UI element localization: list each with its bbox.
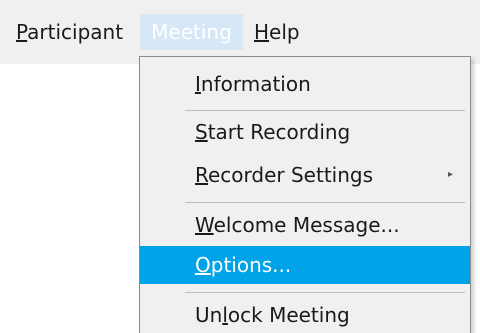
menu-item-information[interactable]: Information xyxy=(140,65,470,103)
welcome-message-accesskey: W xyxy=(195,213,214,237)
menu-item-unlock-meeting-label: Unlock Meeting xyxy=(195,296,350,333)
meeting-dropdown-menu: Information Start Recording Recorder Set… xyxy=(139,56,471,333)
menu-help-accesskey: H xyxy=(254,20,270,44)
information-rest: nformation xyxy=(200,72,311,96)
menu-participant-accesskey: P xyxy=(16,20,28,44)
menu-item-options[interactable]: Options... xyxy=(140,246,470,284)
menu-help[interactable]: Help xyxy=(248,14,314,50)
menu-meeting-label: Meeting xyxy=(151,20,232,44)
menu-item-information-label: Information xyxy=(195,65,311,103)
menu-bar: Participant Meeting Help xyxy=(0,0,480,64)
menu-item-welcome-message-label: Welcome Message... xyxy=(195,206,400,244)
menu-help-rest: elp xyxy=(269,20,300,44)
start-recording-rest: tart Recording xyxy=(207,120,351,144)
menu-separator xyxy=(185,110,465,111)
menu-item-options-label: Options... xyxy=(195,246,291,284)
options-rest: ptions... xyxy=(210,253,292,277)
recorder-settings-rest: ecorder Settings xyxy=(208,163,374,187)
menu-participant[interactable]: Participant xyxy=(12,14,140,50)
menu-separator xyxy=(185,292,465,293)
welcome-message-rest: elcome Message... xyxy=(213,213,400,237)
start-recording-accesskey: S xyxy=(195,120,208,144)
options-accesskey: O xyxy=(195,253,211,277)
unlock-meeting-pre: Un xyxy=(195,303,223,327)
menu-item-start-recording[interactable]: Start Recording xyxy=(140,113,470,151)
menu-item-welcome-message[interactable]: Welcome Message... xyxy=(140,206,470,244)
submenu-arrow-icon: ▸ xyxy=(448,169,454,180)
recorder-settings-accesskey: R xyxy=(195,163,208,187)
menu-item-start-recording-label: Start Recording xyxy=(195,113,350,151)
menu-participant-rest: articipant xyxy=(27,20,124,44)
unlock-meeting-rest: ock Meeting xyxy=(227,303,350,327)
menu-separator xyxy=(185,202,465,203)
menu-meeting[interactable]: Meeting xyxy=(140,14,243,50)
menu-item-unlock-meeting[interactable]: Unlock Meeting xyxy=(140,296,470,333)
menu-item-recorder-settings[interactable]: Recorder Settings ▸ xyxy=(140,156,470,194)
menu-item-recorder-settings-label: Recorder Settings xyxy=(195,156,373,194)
